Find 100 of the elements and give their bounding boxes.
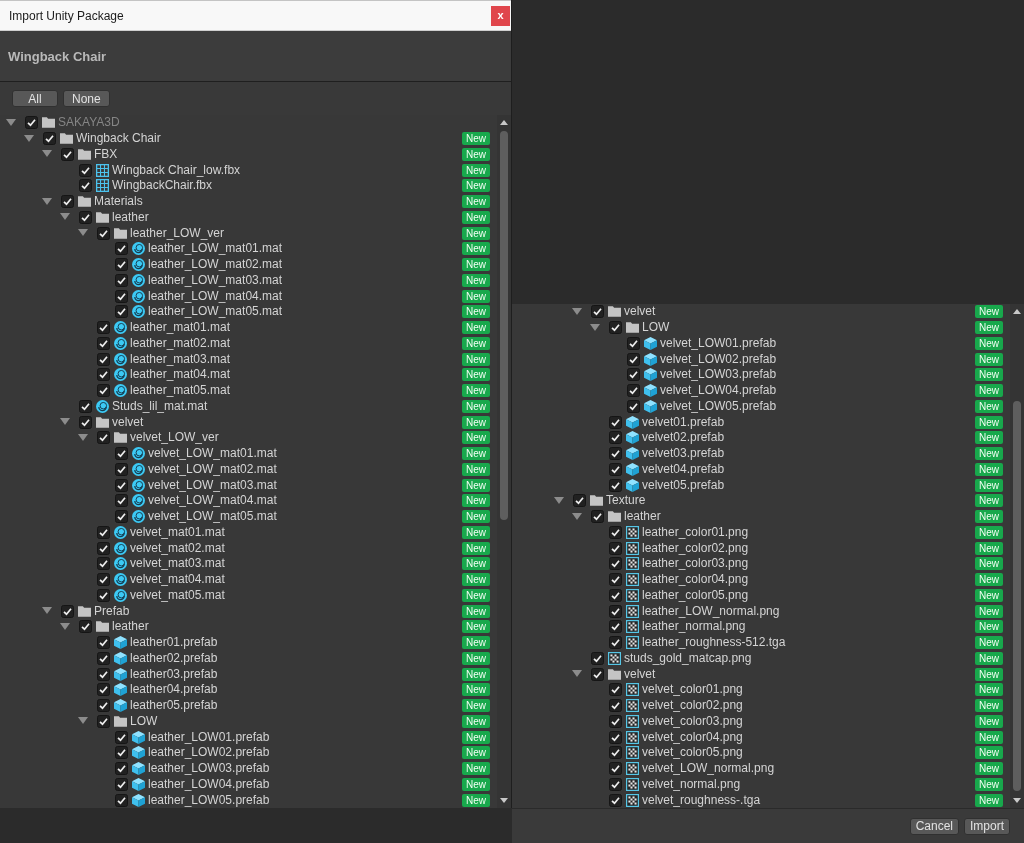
checkbox[interactable] bbox=[591, 510, 604, 524]
checkbox[interactable] bbox=[609, 525, 622, 539]
checkbox[interactable] bbox=[609, 683, 622, 697]
file-name: velvet_LOW_mat03.mat bbox=[148, 477, 277, 493]
checkbox[interactable] bbox=[609, 746, 622, 760]
status-badge: New bbox=[975, 651, 1003, 665]
checkbox[interactable] bbox=[609, 762, 622, 776]
status-badge: New bbox=[462, 195, 490, 209]
checkbox[interactable] bbox=[573, 494, 586, 508]
file-name: leather_mat05.mat bbox=[130, 383, 231, 399]
file-name: velvet_color05.png bbox=[642, 745, 743, 761]
material-sphere-icon bbox=[132, 289, 145, 303]
checkbox[interactable] bbox=[609, 699, 622, 713]
status-badge: New bbox=[462, 588, 490, 602]
scrollbar[interactable] bbox=[497, 115, 511, 808]
status-badge: New bbox=[975, 620, 1003, 634]
status-badge: New bbox=[462, 462, 490, 476]
checkbox[interactable] bbox=[609, 714, 622, 728]
status-badge: New bbox=[462, 494, 490, 508]
material-sphere-icon bbox=[114, 588, 127, 602]
checkbox[interactable] bbox=[609, 777, 622, 791]
checkbox[interactable] bbox=[609, 588, 622, 602]
checkbox[interactable] bbox=[609, 478, 622, 492]
checkbox[interactable] bbox=[609, 415, 622, 429]
folder-icon bbox=[78, 195, 91, 209]
close-button[interactable]: x bbox=[491, 5, 510, 26]
checkbox[interactable] bbox=[609, 730, 622, 744]
file-name: velvet_mat03.mat bbox=[130, 556, 225, 572]
file-name: leather_LOW_mat02.mat bbox=[148, 257, 283, 273]
checkbox[interactable] bbox=[627, 368, 640, 382]
checkbox[interactable] bbox=[609, 636, 622, 650]
scrollbar[interactable] bbox=[1010, 304, 1024, 808]
file-name: velvet_mat05.mat bbox=[130, 587, 225, 603]
disclosure-triangle-icon[interactable] bbox=[590, 322, 600, 333]
status-badge: New bbox=[462, 163, 490, 177]
status-badge: New bbox=[975, 384, 1003, 398]
checkbox[interactable] bbox=[591, 667, 604, 681]
checker-image-icon bbox=[626, 620, 639, 634]
material-sphere-icon bbox=[114, 525, 127, 539]
checker-image-icon bbox=[608, 651, 621, 665]
checkbox[interactable] bbox=[627, 336, 640, 350]
folder-name: velvet bbox=[112, 414, 144, 430]
file-name: velvet_color02.png bbox=[642, 698, 743, 714]
cube-icon bbox=[644, 352, 657, 366]
checkbox[interactable] bbox=[609, 447, 622, 461]
status-badge: New bbox=[975, 525, 1003, 539]
disclosure-triangle-icon[interactable] bbox=[572, 306, 582, 317]
file-name: leather_LOW_normal.png bbox=[642, 603, 780, 619]
status-badge: New bbox=[975, 714, 1003, 728]
scroll-up-arrow-icon[interactable] bbox=[500, 120, 508, 125]
material-sphere-icon bbox=[132, 273, 145, 287]
status-badge: New bbox=[462, 226, 490, 240]
material-sphere-icon bbox=[96, 399, 109, 413]
checkbox[interactable] bbox=[609, 321, 622, 335]
checkbox[interactable] bbox=[609, 573, 622, 587]
scrollbar-thumb[interactable] bbox=[1013, 401, 1021, 791]
file-name: leather_LOW_mat05.mat bbox=[148, 304, 283, 320]
status-badge: New bbox=[462, 289, 490, 303]
status-badge: New bbox=[975, 667, 1003, 681]
status-badge: New bbox=[462, 573, 490, 587]
scrollbar-thumb[interactable] bbox=[500, 131, 508, 520]
file-name: velvet_roughness-.tga bbox=[642, 792, 761, 808]
checkbox[interactable] bbox=[627, 384, 640, 398]
scroll-down-arrow-icon[interactable] bbox=[1013, 798, 1021, 803]
checkbox[interactable] bbox=[609, 462, 622, 476]
checkbox[interactable] bbox=[591, 305, 604, 319]
status-badge: New bbox=[975, 431, 1003, 445]
disclosure-triangle-icon[interactable] bbox=[572, 511, 582, 522]
checkbox[interactable] bbox=[609, 557, 622, 571]
checkbox[interactable] bbox=[609, 541, 622, 555]
cancel-button[interactable]: Cancel bbox=[909, 817, 959, 835]
checker-image-icon bbox=[626, 699, 639, 713]
status-badge: New bbox=[975, 321, 1003, 335]
folder-name: Materials bbox=[94, 194, 143, 210]
folder-icon bbox=[114, 431, 127, 445]
file-name: leather_color02.png bbox=[642, 540, 749, 556]
status-badge: New bbox=[462, 604, 490, 618]
material-sphere-icon bbox=[132, 462, 145, 476]
file-name: velvet_LOW02.prefab bbox=[660, 351, 777, 367]
select-none-button[interactable]: None bbox=[63, 90, 110, 107]
checkbox[interactable] bbox=[609, 793, 622, 807]
scroll-down-arrow-icon[interactable] bbox=[500, 798, 508, 803]
checkbox[interactable] bbox=[627, 352, 640, 366]
checkbox[interactable] bbox=[627, 399, 640, 413]
checkbox[interactable] bbox=[609, 620, 622, 634]
file-name: leather_color03.png bbox=[642, 556, 749, 572]
file-name: leather04.prefab bbox=[130, 682, 218, 698]
file-name: leather02.prefab bbox=[130, 650, 218, 666]
status-badge: New bbox=[975, 462, 1003, 476]
checkbox[interactable] bbox=[591, 651, 604, 665]
folder-name: FBX bbox=[94, 146, 118, 162]
scroll-up-arrow-icon[interactable] bbox=[1013, 309, 1021, 314]
import-button[interactable]: Import bbox=[964, 817, 1010, 835]
checker-image-icon bbox=[626, 557, 639, 571]
select-all-button[interactable]: All bbox=[12, 90, 58, 107]
checkbox[interactable] bbox=[609, 604, 622, 618]
disclosure-triangle-icon[interactable] bbox=[554, 495, 564, 506]
material-sphere-icon bbox=[114, 557, 127, 571]
checkbox[interactable] bbox=[609, 431, 622, 445]
checker-image-icon bbox=[626, 762, 639, 776]
